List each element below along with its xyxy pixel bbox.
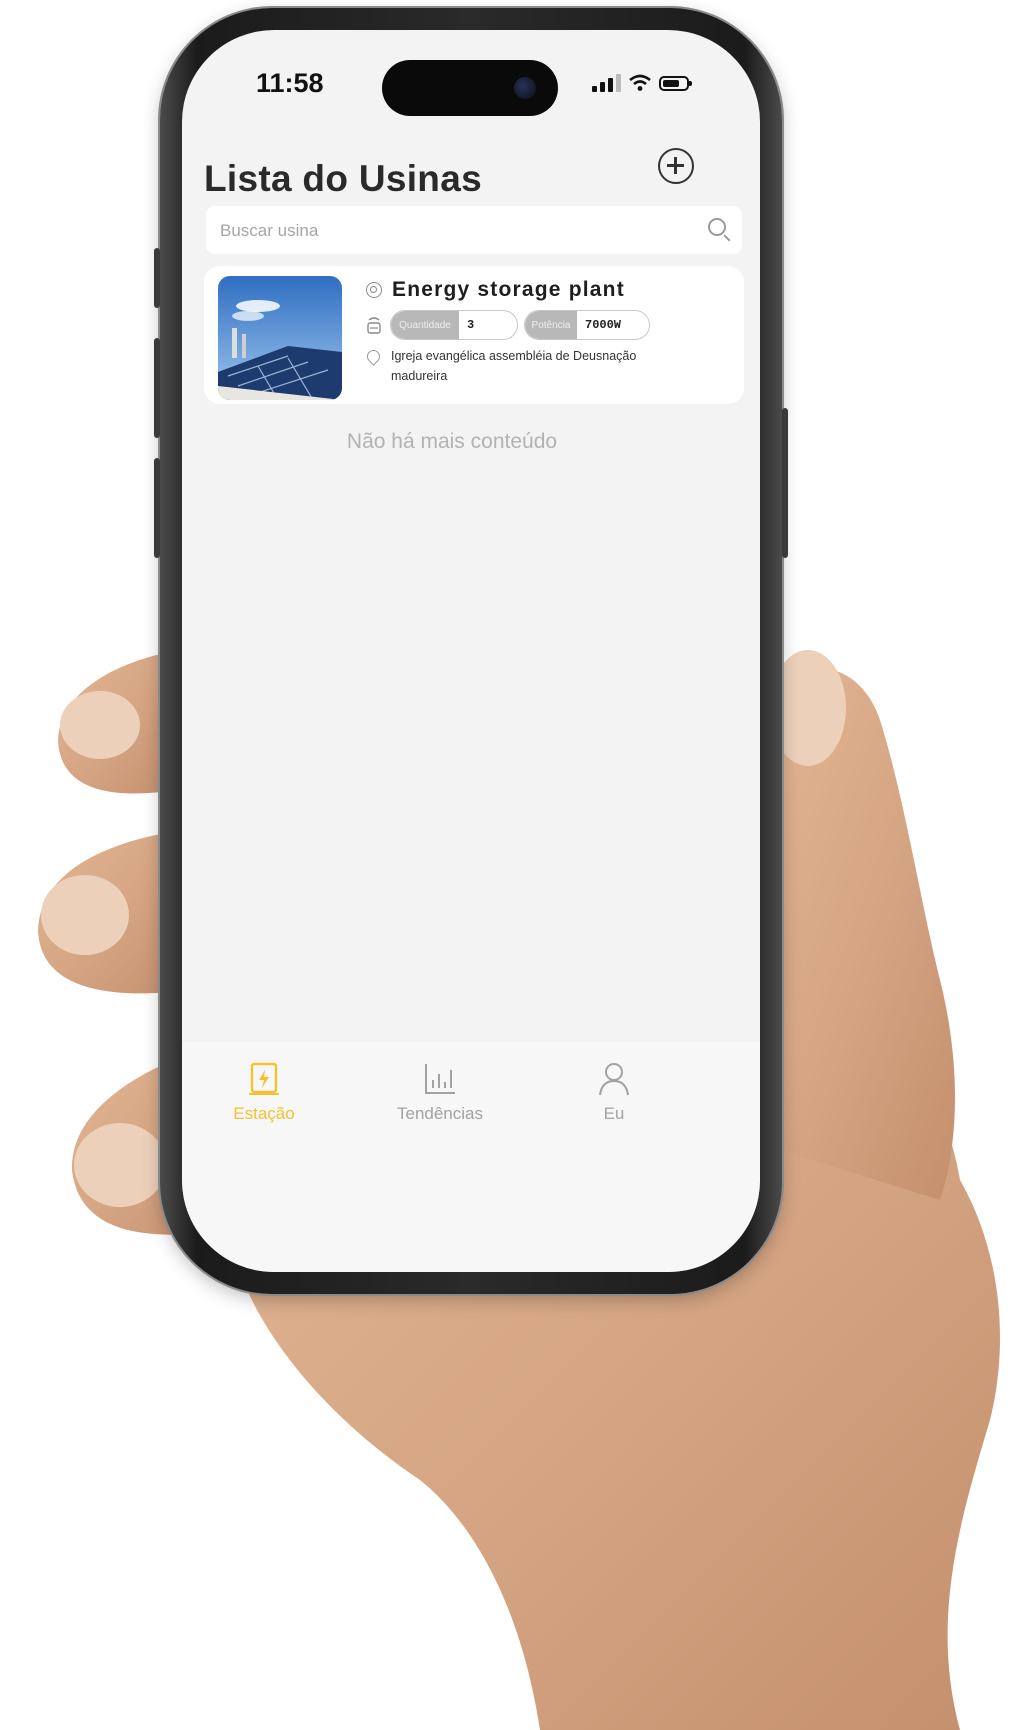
power-value: 7000W xyxy=(585,318,622,332)
dynamic-island xyxy=(382,60,558,116)
quantity-label: Quantidade xyxy=(391,311,459,339)
status-icons xyxy=(592,74,692,92)
phone-frame: 11:58 Lista do Usinas Buscar usina Energ… xyxy=(154,8,788,1294)
wifi-icon xyxy=(629,74,651,91)
power-label: Potência xyxy=(525,311,577,339)
mute-switch xyxy=(154,248,160,308)
quantity-value: 3 xyxy=(467,318,475,332)
device-icon xyxy=(367,317,381,334)
tab-estacao[interactable]: Estação xyxy=(194,1042,334,1124)
search-bar[interactable] xyxy=(206,206,742,256)
plant-icon xyxy=(366,282,382,298)
status-time: 11:58 xyxy=(256,68,324,98)
chart-icon xyxy=(425,1064,455,1094)
tab-tendencias-label: Tendências xyxy=(396,1104,483,1123)
list-end-message: Não há mais conteúdo xyxy=(346,430,558,453)
volume-up-button xyxy=(154,338,160,438)
search-icon[interactable] xyxy=(708,218,726,236)
tab-bar: Estação Tendências Eu xyxy=(182,1042,760,1272)
add-plant-button[interactable] xyxy=(658,148,694,184)
location-icon xyxy=(364,347,383,366)
signal-icon xyxy=(592,74,621,92)
volume-down-button xyxy=(154,458,160,558)
power-button xyxy=(782,408,788,558)
user-icon xyxy=(599,1063,629,1096)
battery-icon xyxy=(659,75,692,91)
tab-estacao-label: Estação xyxy=(233,1104,295,1123)
search-input[interactable] xyxy=(206,206,662,256)
tab-tendencias[interactable]: Tendências xyxy=(370,1042,510,1124)
quantity-badge: Quantidade 3 xyxy=(390,310,518,340)
camera-icon xyxy=(514,77,536,99)
plant-address: Igreja evangélica assembléia de Deusnaçã… xyxy=(391,349,637,383)
plant-name: Energy storage plant xyxy=(392,278,625,301)
tab-eu-label: Eu xyxy=(603,1104,625,1123)
page-title: Lista do Usinas xyxy=(204,158,482,199)
tab-eu[interactable]: Eu xyxy=(544,1042,684,1124)
plant-card[interactable]: Energy storage plant Quantidade 3 Potênc… xyxy=(204,266,744,404)
app-screen: 11:58 Lista do Usinas Buscar usina Energ… xyxy=(182,30,760,1272)
plant-photo xyxy=(218,276,342,400)
station-icon xyxy=(249,1062,279,1095)
power-badge: Potência 7000W xyxy=(524,310,650,340)
